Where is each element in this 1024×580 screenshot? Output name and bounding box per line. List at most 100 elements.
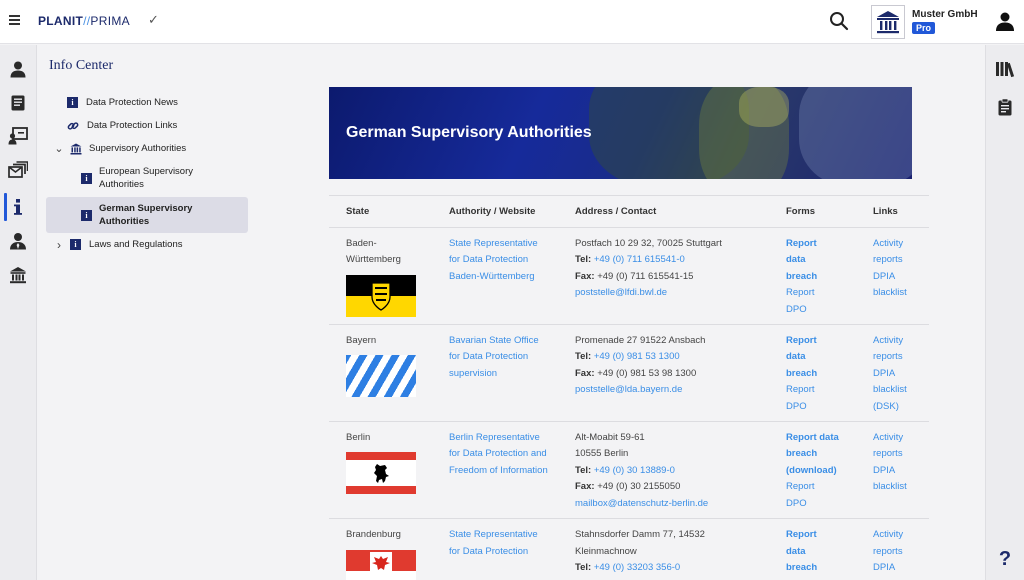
flag-brandenburg <box>346 549 416 580</box>
tel-label: Tel: <box>575 351 592 363</box>
mail-stack-icon <box>8 161 28 178</box>
link-dpia-blacklist[interactable]: DPIA blacklist (DSK) <box>873 366 918 415</box>
coat-of-arms-icon <box>371 279 391 311</box>
form-link-report-dpo[interactable]: Report DPO <box>786 382 826 415</box>
fax-number: +49 (0) 30 2155050 <box>597 481 681 493</box>
nav-item-label: German Supervisory Authorities <box>99 203 193 227</box>
library-icon <box>996 62 1015 78</box>
rail-admin-button[interactable] <box>7 230 29 252</box>
state-name: Bayern <box>346 335 377 347</box>
authority-link[interactable]: Bavarian State Office for Data Protectio… <box>449 333 549 382</box>
link-icon <box>67 121 79 130</box>
phone-link[interactable]: +49 (0) 711 615541-0 <box>594 254 685 265</box>
company-name[interactable]: Muster GmbH <box>912 9 978 20</box>
phone-link[interactable]: +49 (0) 981 53 1300 <box>594 351 680 362</box>
state-name: Berlin <box>346 432 371 444</box>
nav-item-supervisory-authorities[interactable]: ⌄ Supervisory Authorities <box>46 142 248 155</box>
authority-link[interactable]: State Representative for Data Protection <box>449 527 549 560</box>
column-header-links[interactable]: Links <box>856 195 929 228</box>
link-activity-reports[interactable]: Activity reports <box>873 236 913 269</box>
form-link-report-breach[interactable]: Report data breach <box>786 333 826 382</box>
left-rail <box>0 45 37 580</box>
user-icon <box>996 12 1014 31</box>
link-dpia[interactable]: DPIA <box>873 560 918 576</box>
column-header-state[interactable]: State <box>329 195 432 228</box>
right-rail: ? <box>985 45 1024 580</box>
admin-user-icon <box>10 233 26 250</box>
address-line: Promenade 27 91522 Ansbach <box>575 335 706 347</box>
chevron-down-icon[interactable]: ⌄ <box>54 143 64 154</box>
nav-item-label: Data Protection News <box>86 97 178 108</box>
form-link-report-breach[interactable]: Report data breach <box>786 527 826 576</box>
flag-bayern <box>346 355 416 398</box>
info-icon: i <box>67 97 78 108</box>
nav-item-label: European Supervisory Authorities <box>99 166 193 190</box>
menu-icon[interactable] <box>9 15 20 25</box>
form-link-report-dpo[interactable]: Report DPO <box>786 285 826 318</box>
email-link[interactable]: poststelle@lfdi.bwl.de <box>575 285 769 301</box>
plan-badge: Pro <box>912 22 936 34</box>
company-logo[interactable] <box>871 5 905 39</box>
fax-number: +49 (0) 981 53 98 1300 <box>597 367 697 379</box>
link-dpia-blacklist[interactable]: DPIA blacklist <box>873 463 918 496</box>
logo-part-2: PRIMA <box>90 14 130 28</box>
nav-item-german-supervisory-authorities[interactable]: i German Supervisory Authorities <box>46 197 248 233</box>
person-icon <box>10 61 26 78</box>
link-activity-reports[interactable]: Activity reports <box>873 333 913 366</box>
phone-link[interactable]: +49 (0) 33203 356-0 <box>594 562 680 573</box>
authority-link[interactable]: Berlin Representative for Data Protectio… <box>449 430 549 479</box>
table-header-row: State Authority / Website Address / Cont… <box>329 195 929 228</box>
search-button[interactable] <box>828 10 850 32</box>
eagle-icon <box>372 555 390 570</box>
rail-checklist-button[interactable] <box>994 96 1016 118</box>
institution-icon <box>877 11 899 34</box>
email-link[interactable]: mailbox@datenschutz-berlin.de <box>575 496 769 512</box>
user-account-button[interactable] <box>994 10 1016 32</box>
institution-icon <box>10 267 26 284</box>
logo-part-1: PLANIT <box>38 14 84 28</box>
page-banner: German Supervisory Authorities <box>329 87 912 179</box>
flag-berlin <box>346 452 416 495</box>
column-header-authority[interactable]: Authority / Website <box>432 195 558 228</box>
link-activity-reports[interactable]: Activity reports <box>873 430 913 463</box>
address-line: Postfach 10 29 32, 70025 Stuttgart <box>575 238 722 249</box>
table-row: Baden-Württemberg State Representative f… <box>329 227 929 326</box>
bear-icon <box>374 464 389 484</box>
rail-organisation-button[interactable] <box>7 264 29 286</box>
column-header-address[interactable]: Address / Contact <box>558 195 769 228</box>
nav-item-data-protection-links[interactable]: Data Protection Links <box>46 119 248 132</box>
rail-requests-button[interactable] <box>7 159 29 181</box>
rail-profile-button[interactable] <box>7 58 29 80</box>
fax-number: +49 (0) 711 615541-15 <box>597 270 694 282</box>
info-center-title: Info Center <box>49 58 114 73</box>
address-line: Stahnsdorfer Damm 77, 14532 Kleinmachnow <box>575 529 705 557</box>
clipboard-icon <box>998 98 1012 116</box>
phone-link[interactable]: +49 (0) 30 13889-0 <box>594 465 675 476</box>
table-row: Brandenburg State Representative for Dat… <box>329 518 929 580</box>
column-header-forms[interactable]: Forms <box>769 195 856 228</box>
link-dpia-blacklist[interactable]: DPIA blacklist <box>873 269 918 302</box>
info-icon: i <box>70 239 81 250</box>
nav-item-data-protection-news[interactable]: i Data Protection News <box>46 96 248 109</box>
address-line: Alt-Moabit 59-61 <box>575 432 645 444</box>
chevron-right-icon[interactable]: › <box>54 238 64 252</box>
authority-link[interactable]: State Representative for Data Protection… <box>449 236 549 285</box>
rail-info-center-button[interactable] <box>7 196 29 218</box>
help-icon[interactable]: ? <box>994 548 1016 570</box>
nav-item-european-supervisory-authorities[interactable]: i European Supervisory Authorities <box>46 165 248 191</box>
rail-documents-button[interactable] <box>7 92 29 114</box>
form-link-report-breach[interactable]: Report data breach <box>786 236 826 285</box>
fax-label: Fax: <box>575 270 595 282</box>
form-link-report-breach[interactable]: Report data breach (download) <box>786 430 846 479</box>
authorities-table: State Authority / Website Address / Cont… <box>329 195 929 580</box>
info-icon <box>14 199 22 215</box>
form-link-report-dpo[interactable]: Report DPO <box>786 479 826 512</box>
app-logo[interactable]: PLANIT//PRIMA <box>38 14 130 28</box>
rail-library-button[interactable] <box>994 58 1016 80</box>
fax-label: Fax: <box>575 367 595 379</box>
link-activity-reports[interactable]: Activity reports <box>873 527 913 560</box>
nav-item-laws-and-regulations[interactable]: › i Laws and Regulations <box>46 238 248 252</box>
email-link[interactable]: poststelle@lda.bayern.de <box>575 382 769 398</box>
info-icon: i <box>81 172 92 184</box>
rail-training-button[interactable] <box>7 125 29 147</box>
